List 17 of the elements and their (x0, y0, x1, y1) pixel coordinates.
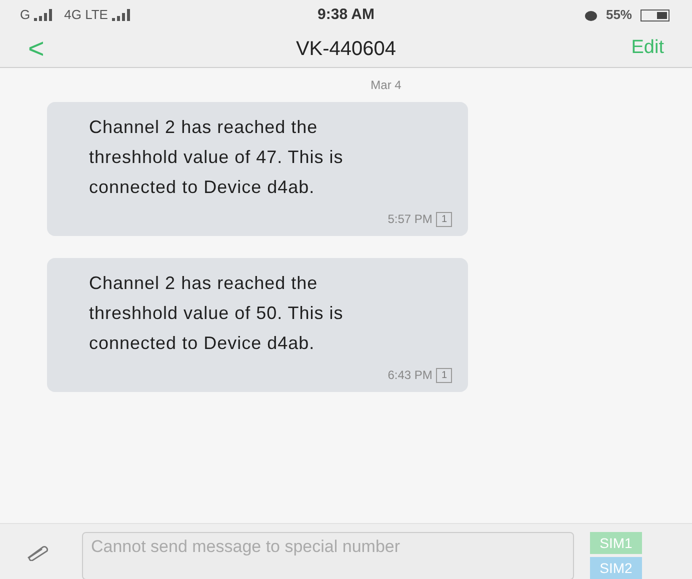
sim-indicator: 1 (436, 212, 452, 226)
date-label: Mar 4 (370, 77, 402, 94)
sim-button[interactable]: SIM2 (590, 557, 642, 579)
message-text: Channel 2 has reached the threshhold value of 47. This is connected to Device d4ab. (89, 116, 344, 199)
message-text: Channel 2 has reached the threshhold value of 50. This is connected to Device d4ab. (89, 272, 344, 355)
carrier-label: G (20, 6, 30, 24)
sim-indicator: 1 (436, 368, 452, 382)
edit-button[interactable]: Edit (604, 34, 664, 63)
message-time: 6:43 PM (388, 367, 432, 384)
network-label: 4G LTE (64, 6, 108, 24)
conversation-title: VK-440604 (294, 36, 398, 62)
back-button[interactable]: < (28, 34, 88, 62)
clock: 9:38 AM (316, 4, 376, 25)
battery-percent: 55% (606, 6, 632, 24)
message-time: 5:57 PM (388, 211, 432, 228)
battery-icon (640, 8, 672, 22)
sim-button[interactable]: SIM1 (590, 532, 642, 554)
